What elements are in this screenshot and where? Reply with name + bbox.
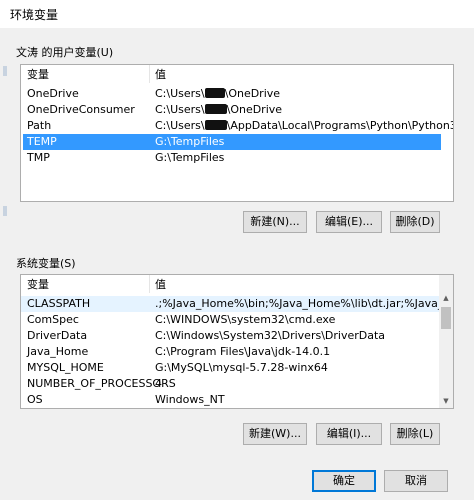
variable-value: 4 (155, 377, 162, 390)
variable-value: C:\Users\ \OneDrive (155, 87, 281, 100)
variable-name: TMP (27, 151, 50, 164)
table-row[interactable]: MYSQL_HOME G:\MySQL\mysql-5.7.28-winx64 (21, 360, 439, 376)
system-variables-list[interactable]: 变量 值 CLASSPATH .;%Java_Home%\bin;%Java_H… (20, 274, 454, 409)
title-bar: 环境变量 (0, 0, 474, 28)
variable-name: CLASSPATH (27, 297, 91, 310)
variable-name: Path (27, 119, 52, 132)
variable-name: OneDriveConsumer (27, 103, 135, 116)
scrollbar-thumb[interactable] (441, 307, 451, 329)
redacted-username (204, 88, 225, 98)
user-new-button[interactable]: 新建(N)... (243, 211, 307, 233)
variable-value: Windows_NT (155, 393, 225, 406)
variable-name: NUMBER_OF_PROCESSORS (27, 377, 176, 390)
variable-value: C:\Program Files\Java\jdk-14.0.1 (155, 345, 331, 358)
cancel-button[interactable]: 取消 (384, 470, 448, 492)
variable-value: .;%Java_Home%\bin;%Java_Home%\lib\dt.jar… (155, 297, 453, 310)
system-new-button[interactable]: 新建(W)... (243, 423, 307, 445)
column-divider[interactable] (149, 275, 150, 293)
user-list-header: 变量 值 (21, 67, 453, 83)
variable-value: C:\Users\ \AppData\Local\Programs\Python\… (155, 119, 453, 132)
variable-name: OneDrive (27, 87, 79, 100)
scroll-up-arrow-icon[interactable]: ▲ (439, 291, 453, 305)
table-row-selected[interactable]: TEMP G:\TempFiles (23, 134, 441, 150)
redacted-username (204, 104, 227, 114)
user-variables-label: 文涛 的用户变量(U) (16, 46, 114, 59)
variable-value: G:\TempFiles (155, 151, 225, 164)
column-header-variable[interactable]: 变量 (27, 277, 49, 293)
ok-button[interactable]: 确定 (312, 470, 376, 492)
column-header-value[interactable]: 值 (155, 67, 166, 83)
scroll-down-arrow-icon[interactable]: ▼ (439, 394, 453, 408)
system-list-header: 变量 值 (21, 277, 439, 293)
system-delete-button[interactable]: 删除(L) (390, 423, 440, 445)
environment-variables-dialog: 环境变量 文涛 的用户变量(U) 变量 值 OneDrive C:\Users\… (0, 0, 474, 500)
user-delete-button[interactable]: 删除(D) (390, 211, 440, 233)
window-title: 环境变量 (10, 8, 59, 22)
user-variables-list[interactable]: 变量 值 OneDrive C:\Users\ \OneDrive OneDriv… (20, 64, 454, 202)
table-row[interactable]: TMP G:\TempFiles (21, 150, 453, 166)
table-row[interactable]: Java_Home C:\Program Files\Java\jdk-14.0… (21, 344, 439, 360)
table-row[interactable]: CLASSPATH .;%Java_Home%\bin;%Java_Home%\… (21, 296, 453, 312)
column-header-value[interactable]: 值 (155, 277, 166, 293)
variable-value: G:\TempFiles (155, 135, 225, 148)
left-edge-marker (3, 66, 7, 76)
redacted-username (204, 120, 227, 130)
user-edit-button[interactable]: 编辑(E)... (316, 211, 382, 233)
left-edge-marker (3, 206, 7, 216)
table-row[interactable]: ComSpec C:\WINDOWS\system32\cmd.exe (21, 312, 439, 328)
variable-name: MYSQL_HOME (27, 361, 104, 374)
variable-name: OS (27, 393, 43, 406)
variable-value: C:\WINDOWS\system32\cmd.exe (155, 313, 336, 326)
variable-value: C:\Windows\System32\Drivers\DriverData (155, 329, 386, 342)
table-row[interactable]: Path C:\Users\ \AppData\Local\Programs\Py… (21, 118, 453, 134)
variable-name: DriverData (27, 329, 88, 342)
table-row[interactable]: NUMBER_OF_PROCESSORS 4 (21, 376, 439, 392)
table-row[interactable]: OS Windows_NT (21, 392, 439, 408)
variable-name: ComSpec (27, 313, 79, 326)
table-row[interactable]: OneDrive C:\Users\ \OneDrive (21, 86, 453, 102)
variable-name: Java_Home (27, 345, 89, 358)
variable-value: G:\MySQL\mysql-5.7.28-winx64 (155, 361, 328, 374)
system-list-scrollbar[interactable]: ▲ ▼ (439, 275, 453, 408)
table-row[interactable]: DriverData C:\Windows\System32\Drivers\D… (21, 328, 439, 344)
system-edit-button[interactable]: 编辑(I)... (316, 423, 382, 445)
column-header-variable[interactable]: 变量 (27, 67, 49, 83)
system-variables-label: 系统变量(S) (16, 257, 76, 270)
variable-name: TEMP (27, 135, 57, 148)
variable-value: C:\Users\ \OneDrive (155, 103, 283, 116)
table-row[interactable]: OneDriveConsumer C:\Users\ \OneDrive (21, 102, 453, 118)
column-divider[interactable] (149, 65, 150, 83)
